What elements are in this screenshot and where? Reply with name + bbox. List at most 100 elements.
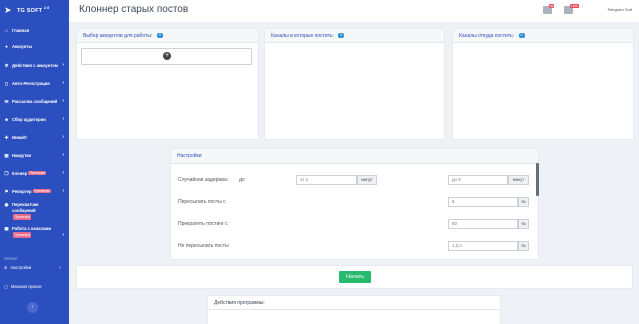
stop-posting-label: Прекратить постинг с [178, 221, 228, 227]
sidebar-item-label: Аккаунты [12, 44, 33, 49]
sidebar-item-label: Рассылка сообщений [12, 98, 58, 104]
start-button[interactable]: Начать [339, 271, 371, 283]
premium-badge: Премиум [32, 189, 51, 193]
chevron-right-icon: › [62, 152, 64, 158]
sidebar-item-home[interactable]: ⌂ Главная [0, 24, 69, 37]
count-badge: 0 [338, 33, 345, 39]
count-badge: 0 [518, 33, 525, 39]
sidebar-item-label: Инвайт [12, 134, 28, 140]
skip-posts-label: Не пересылать посты [178, 243, 229, 249]
sidebar-item-account-actions[interactable]: ✲ Действия с аккаунтом › [0, 56, 69, 74]
sidebar-item-label: Работа с каналами [12, 226, 52, 231]
sidebar-item-channels[interactable]: ▣ Работа с каналами Премиум › [0, 224, 69, 248]
sidebar: ➤ TG SOFT 2.6 ⌂ Главная ● Аккаунты ✲ Дей… [0, 0, 69, 324]
brand[interactable]: ➤ TG SOFT 2.6 [4, 4, 49, 16]
number-addon: № [518, 219, 529, 229]
premium-badge: Премиум [13, 232, 32, 238]
sidebar-item-label: Перехватчик сообщений [12, 202, 39, 213]
panel-title: Каналы в которые постить: [271, 33, 335, 39]
brand-name: TG SOFT 2.6 [17, 6, 50, 14]
intercept-icon: ◉ [4, 202, 9, 207]
chevron-right-icon: › [62, 98, 64, 104]
actions-panel: Действия программы: [208, 296, 500, 324]
phone-icon: ▯ [5, 80, 8, 86]
user-icon: ● [5, 44, 8, 49]
delay-to-input[interactable]: до 5 [448, 175, 508, 185]
to-label: до [239, 177, 245, 183]
actions-header: Действия программы: [208, 296, 500, 310]
clone-icon: ❐ [4, 170, 9, 176]
panel-title: Каналы откуда постить: [459, 33, 515, 39]
sidebar-item-reporter[interactable]: ⚑ Репортер Премиум › [0, 182, 69, 200]
chart-icon: ▤ [4, 152, 9, 158]
settings-header: Настройки [171, 149, 538, 164]
target-channels-panel: Каналы в которые постить: 0 [265, 29, 444, 139]
number-addon: № [518, 241, 529, 251]
user-menu[interactable]: Telegram Soft [607, 7, 632, 12]
panel-title: Выбор аккаунтов для работы: [83, 33, 153, 39]
sidebar-item-label: Репортер [12, 188, 32, 194]
add-icon[interactable]: + [163, 52, 171, 60]
mail-icon: ✉ [4, 98, 9, 104]
sidebar-item-label-wrap: Работа с каналами Премиум [12, 226, 52, 238]
sidebar-item-cloner[interactable]: ❐ Клонер Премиум › [0, 164, 69, 182]
count-badge: 0 [156, 33, 163, 39]
source-channels-panel: Каналы откуда постить: 0 [453, 29, 633, 139]
flag-icon: ⚑ [4, 188, 9, 194]
number-addon: № [518, 197, 529, 207]
chevron-right-icon: › [62, 188, 64, 194]
premium-badge: Премиум [13, 214, 32, 220]
stop-posting-input[interactable]: 50 [448, 219, 518, 229]
chevron-right-icon: › [62, 80, 64, 86]
sidebar-item-boost[interactable]: ▤ Накрутки › [0, 146, 69, 164]
repost-from-input[interactable]: 5 [448, 197, 518, 207]
sidebar-item-auto-registration[interactable]: ▯ Авто-Регистрация › [0, 74, 69, 92]
sidebar-item-proxy-shop[interactable]: ▢ Магазин прокси [4, 284, 42, 289]
collapse-sidebar-button[interactable]: ‹ [27, 302, 38, 313]
chevron-right-icon: › [62, 134, 64, 140]
chevron-right-icon: › [62, 116, 64, 122]
gear-icon: ✲ [4, 62, 9, 68]
repost-from-label: Пересылать посты с [178, 199, 226, 205]
skip-posts-input[interactable]: 1,2,n [448, 241, 518, 251]
cart-icon: ▢ [4, 284, 8, 289]
section-label: ПРОЕКТ [4, 257, 19, 261]
sidebar-item-accounts[interactable]: ● Аккаунты [0, 37, 69, 56]
sidebar-item-settings[interactable]: ✲ Настройки › [4, 265, 61, 271]
delay-label: Случайная задержка: [178, 177, 229, 183]
sidebar-item-label: Авто-Регистрация [12, 80, 50, 86]
accounts-panel: Выбор аккаунтов для работы: 0 + [77, 29, 258, 139]
sidebar-item-label: Сбор аудитории [12, 116, 46, 122]
delay-from-input[interactable]: от 1 [296, 175, 357, 185]
settings-scrollbar[interactable] [536, 163, 539, 196]
topbar: Клоннер старых постов 98 1285 Telegram S… [69, 0, 639, 22]
sidebar-item-invite[interactable]: ✚ Инвайт › [0, 128, 69, 146]
message-badge: 1285 [570, 4, 579, 8]
gear-icon: ✲ [4, 265, 8, 270]
sidebar-item-audience[interactable]: ☻ Сбор аудитории › [0, 110, 69, 128]
premium-badge: Премиум [28, 171, 47, 175]
telegram-logo-icon: ➤ [4, 5, 12, 15]
chevron-right-icon: › [62, 232, 64, 238]
sidebar-item-interceptor[interactable]: ◉ Перехватчик сообщений Премиум [0, 200, 69, 224]
chevron-right-icon: › [59, 264, 61, 271]
sidebar-item-label: Магазин прокси [10, 284, 42, 289]
sidebar-item-label: Главная [12, 28, 30, 33]
panel-header: Каналы в которые постить: 0 [265, 29, 444, 43]
start-bar: Начать [77, 266, 632, 288]
panel-header: Выбор аккаунтов для работы: 0 [77, 29, 258, 43]
sidebar-item-mailing[interactable]: ✉ Рассылка сообщений › [0, 92, 69, 110]
minutes-addon: минут [508, 175, 529, 185]
chevron-right-icon: › [62, 62, 64, 68]
add-account-box[interactable]: + [81, 48, 252, 65]
sidebar-item-label: Настройки [10, 265, 32, 270]
sidebar-item-label: Накрутки [12, 152, 32, 158]
chevron-right-icon: › [62, 170, 64, 176]
sidebar-nav: ⌂ Главная ● Аккаунты ✲ Действия с аккаун… [0, 24, 69, 248]
sidebar-item-label: Действия с аккаунтом [12, 62, 58, 68]
home-icon: ⌂ [5, 28, 8, 33]
sidebar-item-label: Клонер [12, 170, 28, 176]
users-icon: ☻ [4, 116, 9, 122]
panel-header: Каналы откуда постить: 0 [453, 29, 633, 43]
invite-icon: ✚ [4, 134, 9, 140]
